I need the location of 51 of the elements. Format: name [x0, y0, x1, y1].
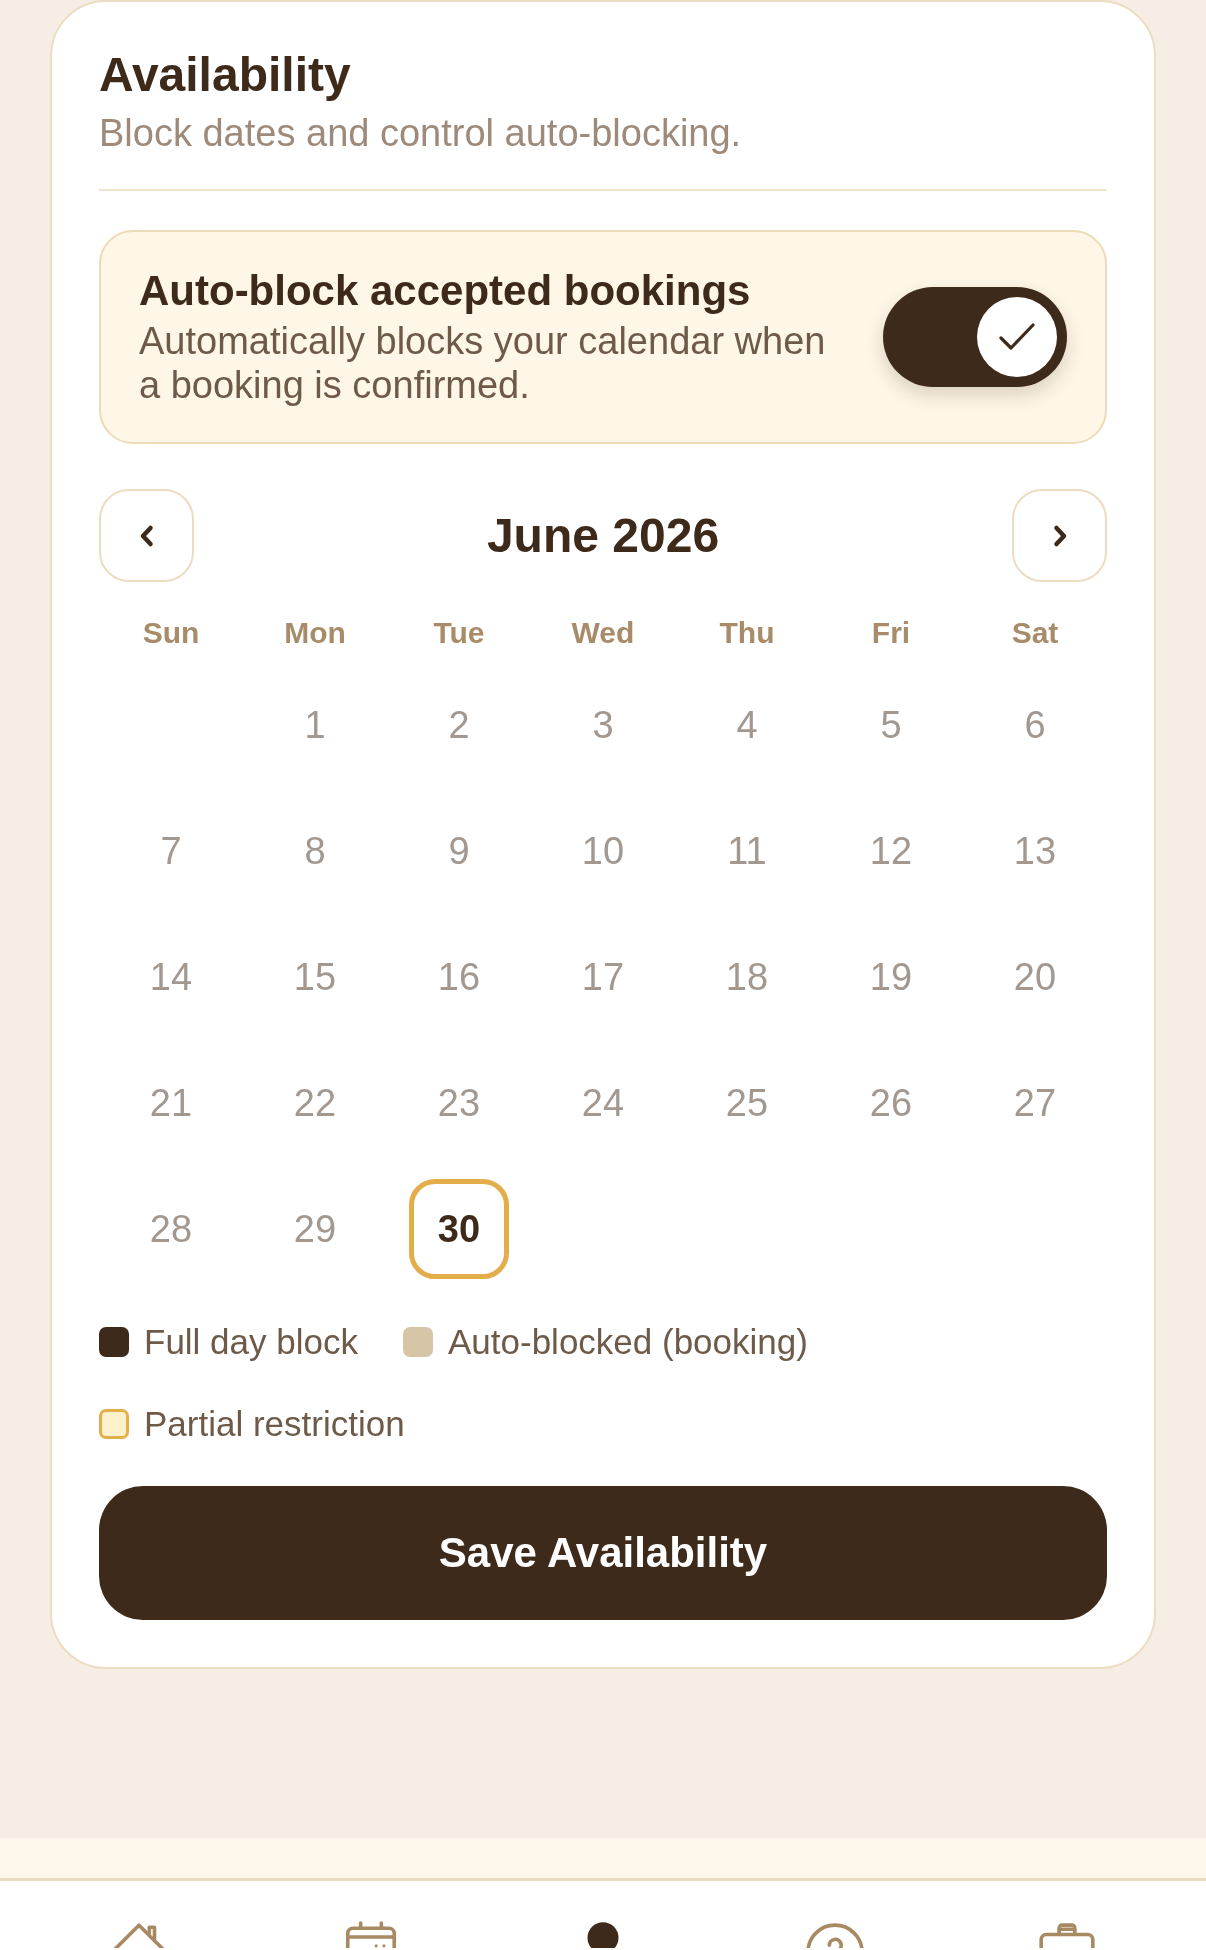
- calendar-day[interactable]: 7: [121, 801, 221, 901]
- calendar-day[interactable]: 2: [409, 675, 509, 775]
- briefcase-icon[interactable]: [1036, 1920, 1098, 1948]
- auto-block-description: Automatically blocks your calendar when a booking is confirmed.: [139, 319, 827, 407]
- calendar-day[interactable]: 17: [553, 927, 653, 1027]
- calendar-day[interactable]: 27: [985, 1053, 1085, 1153]
- weekday-label: Wed: [571, 615, 635, 651]
- weekday-label: Sat: [1011, 615, 1059, 651]
- calendar-day[interactable]: 10: [553, 801, 653, 901]
- card-title: Availability: [99, 47, 351, 103]
- calendar-day[interactable]: 18: [697, 927, 797, 1027]
- calendar-day[interactable]: 15: [265, 927, 365, 1027]
- save-availability-button[interactable]: Save Availability: [99, 1486, 1107, 1620]
- calendar-day[interactable]: 22: [265, 1053, 365, 1153]
- check-icon: [999, 323, 1035, 351]
- calendar-day[interactable]: 14: [121, 927, 221, 1027]
- weekday-label: Mon: [284, 615, 346, 651]
- calendar-day[interactable]: 26: [841, 1053, 941, 1153]
- legend-label: Auto-blocked (booking): [448, 1321, 808, 1363]
- calendar-day[interactable]: 4: [697, 675, 797, 775]
- month-title: June 2026: [486, 507, 720, 564]
- calendar-day[interactable]: 16: [409, 927, 509, 1027]
- calendar-day[interactable]: 20: [985, 927, 1085, 1027]
- calendar-day[interactable]: 30: [409, 1179, 509, 1279]
- chevron-left-icon: [138, 523, 155, 548]
- calendar-day[interactable]: 3: [553, 675, 653, 775]
- calendar-day[interactable]: 25: [697, 1053, 797, 1153]
- weekday-label: Fri: [871, 615, 911, 651]
- calendar-day[interactable]: 1: [265, 675, 365, 775]
- card-subtitle: Block dates and control auto-blocking.: [99, 111, 742, 155]
- weekday-label: Tue: [433, 615, 485, 651]
- legend-label: Partial restriction: [144, 1403, 405, 1445]
- calendar-day[interactable]: 11: [697, 801, 797, 901]
- calendar-day[interactable]: 9: [409, 801, 509, 901]
- calendar-day[interactable]: 8: [265, 801, 365, 901]
- calendar-day[interactable]: 5: [841, 675, 941, 775]
- calendar-day[interactable]: 21: [121, 1053, 221, 1153]
- calendar-day[interactable]: 6: [985, 675, 1085, 775]
- calendar-day[interactable]: 29: [265, 1179, 365, 1279]
- calendar-day[interactable]: 28: [121, 1179, 221, 1279]
- calendar-day[interactable]: 19: [841, 927, 941, 1027]
- weekday-label: Thu: [719, 615, 775, 651]
- weekday-label: Sun: [142, 615, 200, 651]
- auto-block-toggle[interactable]: [883, 287, 1067, 387]
- calendar-day[interactable]: 24: [553, 1053, 653, 1153]
- calendar-day[interactable]: 13: [985, 801, 1085, 901]
- calendar-day[interactable]: 23: [409, 1053, 509, 1153]
- chevron-right-icon: [1051, 523, 1068, 548]
- auto-block-title: Auto-block accepted bookings: [139, 267, 751, 315]
- legend-label: Full day block: [144, 1321, 358, 1363]
- calendar-day[interactable]: 12: [841, 801, 941, 901]
